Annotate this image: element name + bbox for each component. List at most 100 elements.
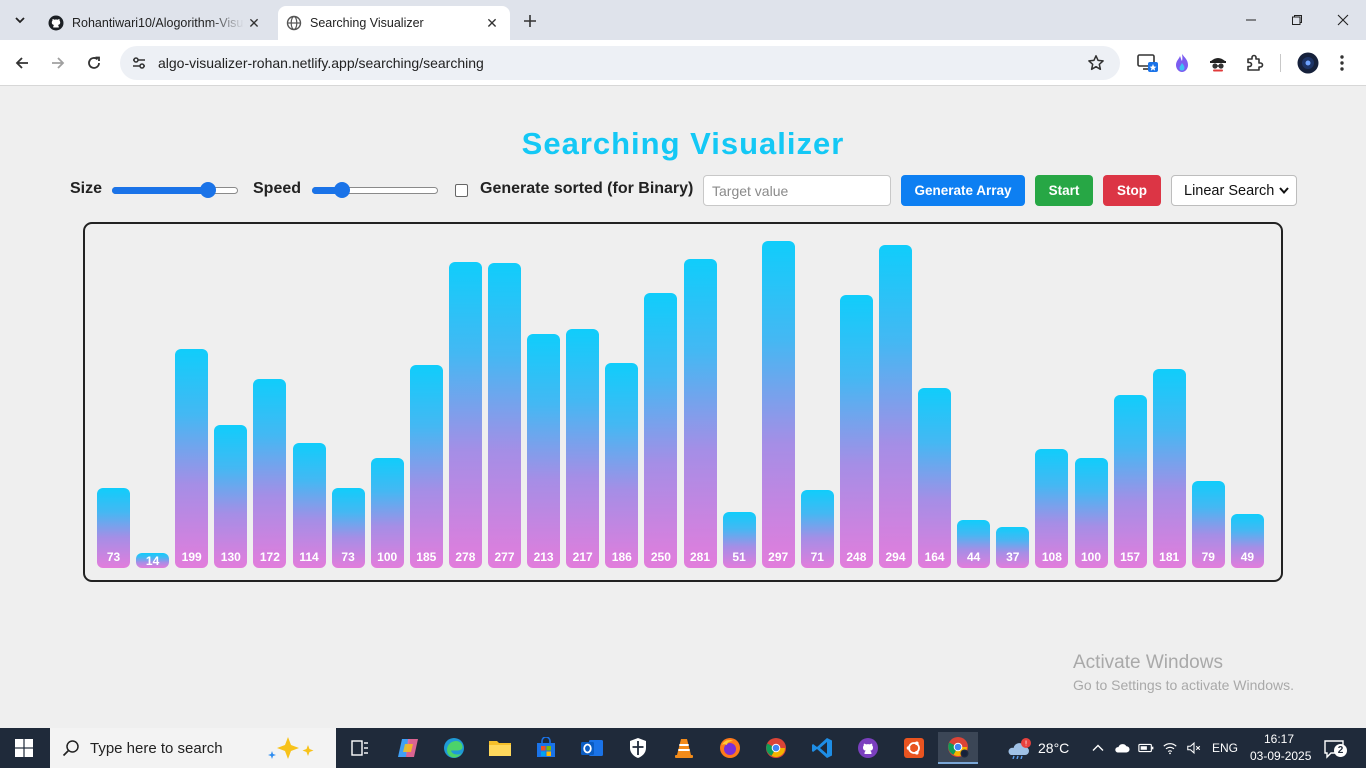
array-bar: 185 [409, 364, 443, 568]
onedrive-cloud-icon[interactable] [1114, 740, 1130, 756]
task-view-icon[interactable] [340, 732, 380, 764]
generate-sorted-checkbox[interactable] [455, 184, 468, 197]
close-icon[interactable]: ✕ [482, 13, 502, 33]
array-bar: 217 [566, 329, 600, 568]
arrow-left-icon [15, 57, 28, 69]
array-bar-value: 250 [650, 550, 671, 564]
minimize-button[interactable] [1228, 0, 1274, 40]
tab-searching-visualizer[interactable]: Searching Visualizer ✕ [278, 6, 510, 40]
array-bar-value: 79 [1201, 549, 1215, 564]
arrow-right-icon [52, 57, 65, 69]
svg-text:!: ! [1025, 740, 1028, 748]
chrome-active-icon[interactable] [938, 732, 978, 764]
github-icon [48, 15, 64, 31]
chrome-icon[interactable] [756, 732, 796, 764]
windows-logo-icon [15, 739, 33, 757]
speed-slider[interactable] [312, 182, 438, 198]
array-bar-value: 278 [455, 549, 476, 564]
forward-button[interactable] [44, 49, 72, 77]
tab-search-menu-button[interactable] [6, 6, 34, 34]
bookmark-star-icon[interactable] [1086, 53, 1106, 73]
array-bar: 294 [879, 244, 912, 568]
notifications-icon[interactable]: 2 [1322, 738, 1348, 760]
site-info-icon[interactable] [130, 54, 148, 72]
array-bar-value: 71 [810, 549, 824, 564]
chevron-down-icon [1278, 184, 1290, 200]
vscode-icon[interactable] [802, 732, 842, 764]
github-desktop-icon[interactable] [848, 732, 888, 764]
stop-button[interactable]: Stop [1103, 175, 1161, 206]
copilot-icon[interactable] [388, 732, 428, 764]
file-explorer-icon[interactable] [480, 732, 520, 764]
array-bar: 157 [1113, 395, 1147, 568]
array-bar: 37 [996, 527, 1030, 568]
flame-extension-icon[interactable] [1170, 51, 1194, 75]
array-bar-value: 130 [220, 550, 241, 564]
watermark-title: Activate Windows [1073, 652, 1223, 673]
array-bar: 297 [761, 241, 795, 568]
clock-date[interactable]: 03-09-2025 [1250, 749, 1311, 763]
vlc-icon[interactable] [664, 732, 704, 764]
security-shield-icon[interactable] [618, 732, 658, 764]
array-bar-value: 73 [341, 549, 355, 564]
array-bar: 51 [722, 511, 756, 568]
volume-muted-icon[interactable] [1186, 740, 1202, 756]
algorithm-select[interactable]: Linear Search [1171, 175, 1297, 206]
array-bar: 100 [1074, 458, 1108, 568]
address-bar[interactable]: algo-visualizer-rohan.netlify.app/search… [120, 46, 1120, 80]
chevron-down-icon [15, 17, 25, 24]
weather-icon[interactable]: ! [1006, 737, 1032, 759]
watermark-subtitle: Go to Settings to activate Windows. [1073, 677, 1294, 693]
reload-button[interactable] [80, 49, 108, 77]
extensions-puzzle-icon[interactable] [1242, 51, 1266, 75]
generate-array-button[interactable]: Generate Array [901, 175, 1025, 206]
profile-avatar[interactable] [1296, 51, 1320, 75]
taskbar-search-box[interactable]: Type here to search [50, 728, 336, 768]
array-bar-value: 100 [377, 550, 398, 564]
back-button[interactable] [8, 49, 36, 77]
array-bar-value: 14 [145, 553, 160, 568]
controls-bar: Size Speed Generate sorted (for Binary) … [0, 172, 1366, 208]
taskbar-search-placeholder: Type here to search [90, 739, 223, 757]
firefox-icon[interactable] [710, 732, 750, 764]
array-bar: 130 [214, 425, 248, 568]
input-language[interactable]: ENG [1212, 741, 1238, 755]
wifi-icon[interactable] [1162, 740, 1178, 756]
edge-icon[interactable] [434, 732, 474, 764]
chevron-up-icon[interactable] [1090, 740, 1106, 756]
minimize-icon [1246, 19, 1256, 21]
weather-temperature[interactable]: 28°C [1038, 740, 1069, 756]
close-icon [1337, 14, 1349, 26]
slider-thumb[interactable] [334, 182, 350, 198]
toolbar-divider [1280, 54, 1281, 72]
microsoft-store-icon[interactable] [526, 732, 566, 764]
array-bar-value: 172 [259, 549, 280, 564]
array-bar-value: 49 [1240, 549, 1255, 564]
close-icon[interactable]: ✕ [244, 13, 264, 33]
close-window-button[interactable] [1320, 0, 1366, 40]
notification-count: 2 [1334, 744, 1347, 757]
clock-time[interactable]: 16:17 [1264, 732, 1294, 746]
more-menu-icon[interactable] [1330, 51, 1354, 75]
page-title: Searching Visualizer [521, 126, 845, 161]
array-bar: 199 [175, 349, 209, 568]
start-button[interactable]: Start [1035, 175, 1093, 206]
spy-extension-icon[interactable] [1206, 51, 1230, 75]
array-bar-value: 181 [1159, 549, 1180, 564]
slider-thumb[interactable] [200, 182, 216, 198]
restore-button[interactable] [1274, 0, 1320, 40]
battery-icon[interactable] [1138, 740, 1154, 756]
target-value-input[interactable] [703, 175, 891, 206]
array-bar-value: 213 [533, 549, 554, 564]
start-button[interactable] [0, 728, 48, 768]
ubuntu-icon[interactable] [894, 732, 934, 764]
new-tab-button[interactable] [518, 9, 542, 33]
cast-icon[interactable] [1136, 51, 1160, 75]
outlook-icon[interactable] [572, 732, 612, 764]
size-slider[interactable] [112, 182, 238, 198]
tab-github[interactable]: Rohantiwari10/Alogorithm-Visu ✕ [40, 6, 272, 40]
tab-title: Rohantiwari10/Alogorithm-Visu [72, 16, 244, 30]
array-bar-value: 217 [572, 549, 593, 564]
array-bar: 181 [1152, 368, 1186, 568]
array-bar-value: 44 [967, 549, 981, 564]
